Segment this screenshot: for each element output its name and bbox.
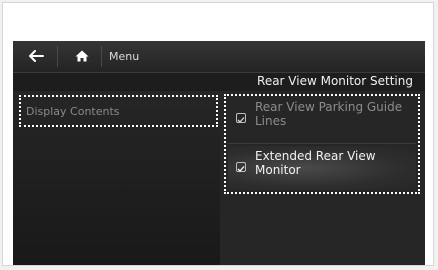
options-highlight-box: Rear View Parking Guide Lines Extended R…	[224, 94, 420, 194]
option-label: Rear View Parking Guide Lines	[255, 100, 403, 128]
infotainment-screen: Menu Rear View Monitor Setting Display C…	[13, 41, 425, 265]
checkmark-icon	[237, 109, 245, 128]
arrow-left-icon	[28, 47, 44, 66]
menu-item-display-contents[interactable]: Display Contents	[19, 95, 218, 127]
option-label: Extended Rear View Monitor	[255, 149, 376, 177]
back-button[interactable]	[21, 41, 51, 72]
topbar-separator	[101, 46, 102, 67]
top-bar: Menu	[13, 41, 425, 73]
checkbox[interactable]	[236, 162, 246, 172]
menu-button[interactable]: Menu	[109, 41, 139, 72]
checkbox[interactable]	[236, 113, 246, 123]
option-extended-rear-view-monitor[interactable]: Extended Rear View Monitor	[228, 146, 416, 190]
home-icon	[75, 47, 89, 66]
topbar-separator	[57, 46, 58, 67]
option-parking-guide-lines[interactable]: Rear View Parking Guide Lines	[228, 97, 416, 141]
option-divider	[228, 143, 416, 144]
home-button[interactable]	[67, 41, 97, 72]
screen-title: Rear View Monitor Setting	[257, 74, 413, 88]
checkmark-icon	[237, 158, 245, 177]
menu-item-label: Display Contents	[26, 104, 120, 118]
